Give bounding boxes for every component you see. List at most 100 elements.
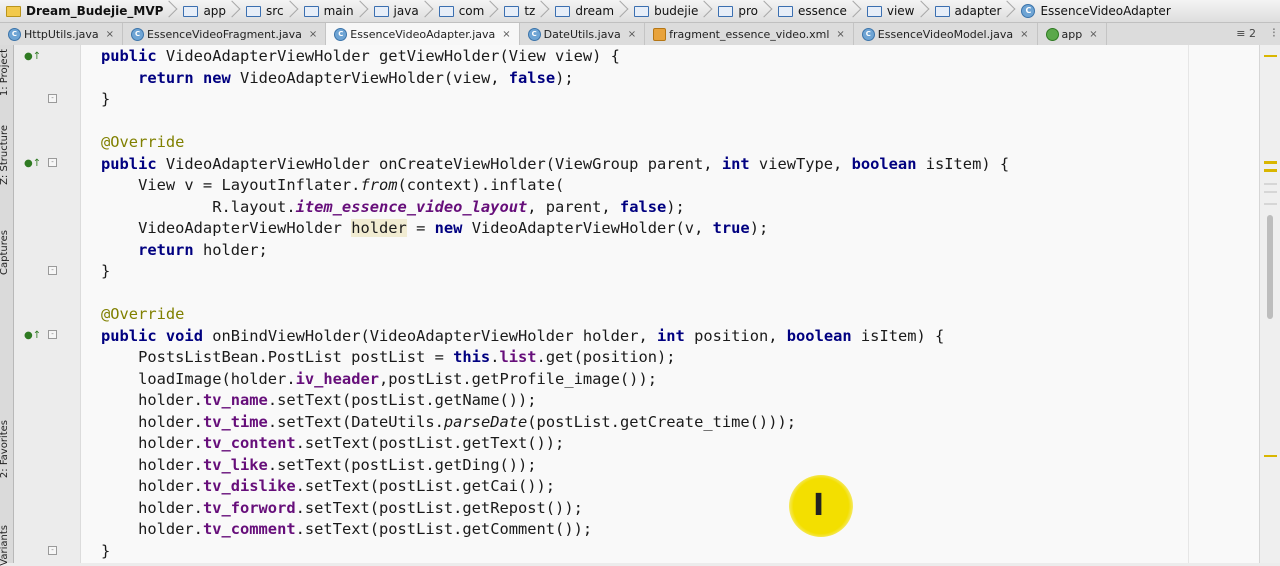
- text-cursor-icon: I: [813, 488, 825, 523]
- close-tab-icon[interactable]: ×: [106, 29, 114, 40]
- class-icon: C: [1021, 4, 1036, 18]
- warning-stripe-mark[interactable]: [1264, 169, 1277, 172]
- breadcrumb-item[interactable]: java: [368, 0, 433, 22]
- folder-icon: [634, 5, 650, 17]
- warning-stripe-mark[interactable]: [1264, 161, 1277, 164]
- tab-scroll-handle-icon[interactable]: ⁝: [1272, 23, 1276, 45]
- code-line[interactable]: }: [101, 89, 110, 110]
- override-marker-icon[interactable]: ●↑: [24, 159, 41, 169]
- code-line[interactable]: View v = LayoutInflater.from(context).in…: [101, 175, 564, 196]
- close-tab-icon[interactable]: ×: [628, 29, 636, 40]
- breadcrumb-item[interactable]: essence: [772, 0, 861, 22]
- breadcrumb-item[interactable]: main: [298, 0, 368, 22]
- override-marker-icon[interactable]: ●↑: [24, 52, 41, 62]
- editor-tab-label: DateUtils.java: [543, 27, 621, 41]
- editor-tab-label: app: [1061, 27, 1083, 41]
- editor-tab[interactable]: C EssenceVideoModel.java ×: [854, 23, 1038, 45]
- breadcrumb-label: essence: [798, 4, 847, 18]
- editor-tab[interactable]: fragment_essence_video.xml ×: [645, 23, 854, 45]
- code-line[interactable]: holder.tv_name.setText(postList.getName(…: [101, 390, 536, 411]
- code-line[interactable]: holder.tv_like.setText(postList.getDing(…: [101, 455, 536, 476]
- breadcrumb-item[interactable]: src: [240, 0, 298, 22]
- code-line[interactable]: holder.tv_dislike.setText(postList.getCa…: [101, 476, 555, 497]
- breadcrumb: Dream_Budejie_MVP app src main java com tz drea…: [0, 0, 1280, 23]
- breadcrumb-item[interactable]: adapter: [929, 0, 1016, 22]
- code-line[interactable]: loadImage(holder.iv_header,postList.getP…: [101, 369, 657, 390]
- breadcrumb-label: java: [393, 4, 419, 18]
- error-stripe[interactable]: [1259, 45, 1280, 563]
- editor-tab-label: HttpUtils.java: [24, 27, 99, 41]
- code-line[interactable]: public VideoAdapterViewHolder getViewHol…: [101, 46, 620, 67]
- editor-tab[interactable]: C EssenceVideoFragment.java ×: [123, 23, 327, 45]
- breadcrumb-item[interactable]: com: [433, 0, 499, 22]
- warning-stripe-mark[interactable]: [1264, 55, 1277, 57]
- code-line[interactable]: }: [101, 261, 110, 282]
- close-tab-icon[interactable]: ×: [1020, 29, 1028, 40]
- code-line[interactable]: @Override: [101, 132, 184, 153]
- code-line[interactable]: }: [101, 541, 110, 562]
- usage-stripe-mark[interactable]: [1264, 191, 1277, 193]
- breadcrumb-item[interactable]: app: [177, 0, 240, 22]
- code-line[interactable]: return holder;: [101, 240, 268, 261]
- breadcrumb-label: adapter: [954, 4, 1002, 18]
- code-line[interactable]: VideoAdapterViewHolder holder = new Vide…: [101, 218, 768, 239]
- folder-icon: [934, 5, 950, 17]
- code-line[interactable]: holder.tv_time.setText(DateUtils.parseDa…: [101, 412, 796, 433]
- editor-tab-label: fragment_essence_video.xml: [669, 27, 830, 41]
- editor-tab[interactable]: C DateUtils.java ×: [520, 23, 646, 45]
- code-line[interactable]: public void onBindViewHolder(VideoAdapte…: [101, 326, 944, 347]
- breadcrumb-label: pro: [738, 4, 758, 18]
- breadcrumb-item[interactable]: budejie: [628, 0, 712, 22]
- code-line[interactable]: R.layout.item_essence_video_layout, pare…: [101, 197, 685, 218]
- code-line[interactable]: holder.tv_forword.setText(postList.getRe…: [101, 498, 583, 519]
- folder-icon: [303, 5, 319, 17]
- breadcrumb-label: budejie: [654, 4, 699, 18]
- code-line[interactable]: holder.tv_content.setText(postList.getTe…: [101, 433, 564, 454]
- structure-tool-tab[interactable]: Z: Structure: [0, 125, 10, 185]
- breadcrumb-item[interactable]: C EssenceVideoAdapter: [1015, 0, 1184, 22]
- breadcrumb-label: Dream_Budejie_MVP: [26, 4, 164, 18]
- close-tab-icon[interactable]: ×: [1089, 29, 1097, 40]
- code-editor[interactable]: public VideoAdapterViewHolder getViewHol…: [81, 45, 1259, 563]
- code-line[interactable]: public VideoAdapterViewHolder onCreateVi…: [101, 154, 1009, 175]
- breadcrumb-label: com: [458, 4, 485, 18]
- fold-start-icon[interactable]: -: [48, 330, 57, 339]
- class-icon: C: [131, 28, 145, 41]
- variants-tool-tab[interactable]: Variants: [0, 525, 10, 566]
- folder-icon: [866, 5, 882, 17]
- override-marker-icon[interactable]: ●↑: [24, 331, 41, 341]
- breadcrumb-label: view: [886, 4, 915, 18]
- breadcrumb-item[interactable]: view: [861, 0, 929, 22]
- close-tab-icon[interactable]: ×: [502, 29, 510, 40]
- fold-end-icon[interactable]: -: [48, 266, 57, 275]
- folder-icon: [718, 5, 734, 17]
- usage-stripe-mark[interactable]: [1264, 203, 1277, 205]
- breadcrumb-item[interactable]: dream: [549, 0, 628, 22]
- folder-icon: [778, 5, 793, 17]
- project-tool-tab[interactable]: 1: Project: [0, 49, 10, 96]
- code-line[interactable]: PostsListBean.PostList postList = this.l…: [101, 347, 675, 368]
- code-line[interactable]: @Override: [101, 304, 184, 325]
- code-line[interactable]: return new VideoAdapterViewHolder(view, …: [101, 68, 574, 89]
- close-tab-icon[interactable]: ×: [836, 29, 844, 40]
- fold-end-icon[interactable]: -: [48, 546, 57, 555]
- editor-gutter: ●↑ ●↑ ●↑ - - - - -: [14, 45, 81, 563]
- fold-start-icon[interactable]: -: [48, 158, 57, 167]
- class-icon: C: [861, 28, 875, 41]
- code-line[interactable]: holder.tv_comment.setText(postList.getCo…: [101, 519, 592, 540]
- android-module-icon: [1045, 28, 1059, 41]
- breadcrumb-item[interactable]: pro: [712, 0, 772, 22]
- close-tab-icon[interactable]: ×: [309, 29, 317, 40]
- warning-stripe-mark[interactable]: [1264, 455, 1277, 457]
- editor-tab[interactable]: C EssenceVideoAdapter.java ×: [326, 23, 520, 45]
- editor-scrollbar-thumb[interactable]: [1267, 215, 1273, 319]
- editor-tab[interactable]: app ×: [1038, 23, 1107, 45]
- usage-stripe-mark[interactable]: [1264, 183, 1277, 185]
- editor-tab[interactable]: C HttpUtils.java ×: [0, 23, 124, 45]
- captures-tool-tab[interactable]: Captures: [0, 230, 10, 275]
- tab-overflow-menu[interactable]: ≡ 2: [1236, 23, 1256, 45]
- fold-end-icon[interactable]: -: [48, 94, 57, 103]
- breadcrumb-item[interactable]: Dream_Budejie_MVP: [0, 0, 177, 22]
- breadcrumb-item[interactable]: tz: [498, 0, 549, 22]
- favorites-tool-tab[interactable]: 2: Favorites: [0, 420, 10, 478]
